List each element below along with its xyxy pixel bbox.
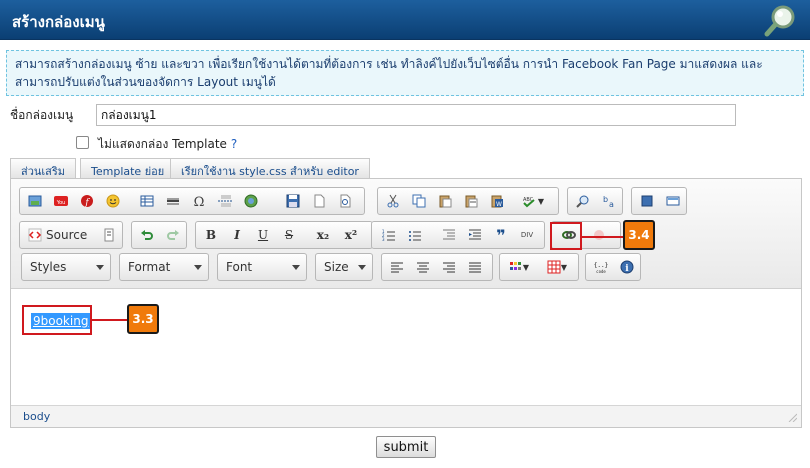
- callout-step-a: 3.3: [127, 304, 159, 334]
- clipboard-group: W ABC ▼: [377, 187, 559, 215]
- source-group: Source: [19, 221, 123, 249]
- editor-toolbar: You f Ω W ABC ▼ ba Source B I U S x₂ x² …: [11, 179, 801, 289]
- hide-template-label: ไม่แสดงกล่อง Template?: [98, 137, 238, 151]
- svg-text:code: code: [596, 269, 606, 274]
- find-icon[interactable]: [572, 191, 594, 211]
- align-group: [381, 253, 493, 281]
- youtube-icon[interactable]: You: [50, 191, 72, 211]
- find-group: ba: [567, 187, 623, 215]
- paste-icon[interactable]: [434, 191, 456, 211]
- view-group: [631, 187, 687, 215]
- smiley-icon[interactable]: [102, 191, 124, 211]
- format-dropdown[interactable]: Format: [119, 253, 209, 281]
- callout-step-b: 3.4: [623, 220, 655, 250]
- subscript-button[interactable]: x₂: [312, 225, 334, 245]
- hide-template-checkbox[interactable]: [76, 136, 89, 149]
- div-button[interactable]: DIV: [516, 225, 538, 245]
- flash-icon[interactable]: f: [76, 191, 98, 211]
- tab-style-css[interactable]: เรียกใช้งาน style.css สำหรับ editor: [170, 158, 370, 178]
- callout-connector-a: [92, 319, 128, 321]
- outdent-icon[interactable]: [438, 225, 460, 245]
- strikethrough-button[interactable]: S: [278, 225, 300, 245]
- blockquote-button[interactable]: ❞: [490, 225, 512, 245]
- svg-text:Ω: Ω: [194, 195, 205, 208]
- page-title: สร้างกล่องเมนู: [12, 13, 105, 31]
- extra-group: {..} code i: [585, 253, 641, 281]
- tab-sub-template[interactable]: Template ย่อย: [80, 158, 176, 178]
- indent-icon[interactable]: [464, 225, 486, 245]
- insert-group: You f Ω: [19, 187, 365, 215]
- undo-icon[interactable]: [136, 225, 158, 245]
- svg-text:3: 3: [382, 237, 385, 242]
- superscript-button[interactable]: x²: [340, 225, 362, 245]
- page-break-icon[interactable]: [214, 191, 236, 211]
- italic-button[interactable]: I: [226, 225, 248, 245]
- font-dropdown[interactable]: Font: [217, 253, 307, 281]
- bulleted-list-icon[interactable]: [404, 225, 426, 245]
- callout-connector-b: [582, 236, 624, 238]
- align-left-icon[interactable]: [386, 257, 408, 277]
- maximize-icon[interactable]: [636, 191, 658, 211]
- cut-icon[interactable]: [382, 191, 404, 211]
- name-input[interactable]: [96, 104, 736, 126]
- highlight-box-link: [550, 222, 582, 250]
- new-page-icon[interactable]: [308, 191, 330, 211]
- unlink-icon: [588, 225, 610, 245]
- svg-text:b: b: [603, 195, 608, 204]
- align-right-icon[interactable]: [438, 257, 460, 277]
- underline-button[interactable]: U: [252, 225, 274, 245]
- svg-text:You: You: [56, 200, 66, 206]
- about-icon[interactable]: i: [616, 257, 638, 277]
- svg-text:a: a: [609, 200, 614, 208]
- styles-dropdown[interactable]: Styles: [21, 253, 111, 281]
- code-snippet-icon[interactable]: {..} code: [590, 257, 612, 277]
- bold-button[interactable]: B: [200, 225, 222, 245]
- align-center-icon[interactable]: [412, 257, 434, 277]
- paragraph-group: 123 ❞ DIV: [371, 221, 545, 249]
- horizontal-line-icon[interactable]: [162, 191, 184, 211]
- basic-style-group: B I U S x₂ x²: [195, 221, 373, 249]
- replace-icon[interactable]: ba: [598, 191, 620, 211]
- show-blocks-icon[interactable]: [662, 191, 684, 211]
- svg-text:i: i: [625, 264, 629, 274]
- size-dropdown[interactable]: Size: [315, 253, 373, 281]
- image-icon[interactable]: [24, 191, 46, 211]
- rich-text-editor: You f Ω W ABC ▼ ba Source B I U S x₂ x² …: [10, 178, 802, 428]
- text-color-dropdown[interactable]: ▼: [504, 257, 534, 277]
- table-properties-dropdown[interactable]: ▼: [542, 257, 572, 277]
- justify-icon[interactable]: [464, 257, 486, 277]
- save-icon[interactable]: [282, 191, 304, 211]
- tab-addons[interactable]: ส่วนเสริม: [10, 158, 77, 178]
- spellcheck-dropdown[interactable]: ABC ▼: [518, 191, 548, 211]
- undo-group: [131, 221, 187, 249]
- form-footer: submit: [0, 434, 810, 468]
- redo-icon[interactable]: [162, 225, 184, 245]
- editor-status-bar: body: [11, 405, 801, 427]
- paste-text-icon[interactable]: [460, 191, 482, 211]
- element-path[interactable]: body: [23, 410, 50, 423]
- omega-icon[interactable]: Ω: [188, 191, 210, 211]
- paste-word-icon[interactable]: W: [486, 191, 508, 211]
- color-table-group: ▼ ▼: [499, 253, 579, 281]
- magnifier-icon: [764, 5, 795, 37]
- name-label: ชื่อกล่องเมนู: [10, 108, 74, 122]
- iframe-icon[interactable]: [240, 191, 262, 211]
- svg-text:W: W: [496, 201, 502, 208]
- resize-grip-icon[interactable]: [787, 412, 797, 422]
- templates-icon[interactable]: [98, 225, 120, 245]
- source-button[interactable]: Source: [24, 225, 91, 245]
- submit-button[interactable]: submit: [376, 436, 436, 458]
- copy-icon[interactable]: [408, 191, 430, 211]
- title-bar: สร้างกล่องเมนู: [0, 0, 810, 40]
- preview-icon[interactable]: [334, 191, 356, 211]
- numbered-list-icon[interactable]: 123: [378, 225, 400, 245]
- svg-text:{..}: {..}: [594, 262, 608, 269]
- info-box: สามารถสร้างกล่องเมนู ซ้าย และขวา เพื่อเร…: [6, 50, 804, 96]
- help-link[interactable]: ?: [231, 137, 237, 151]
- table-icon[interactable]: [136, 191, 158, 211]
- highlight-box-content: [22, 305, 92, 335]
